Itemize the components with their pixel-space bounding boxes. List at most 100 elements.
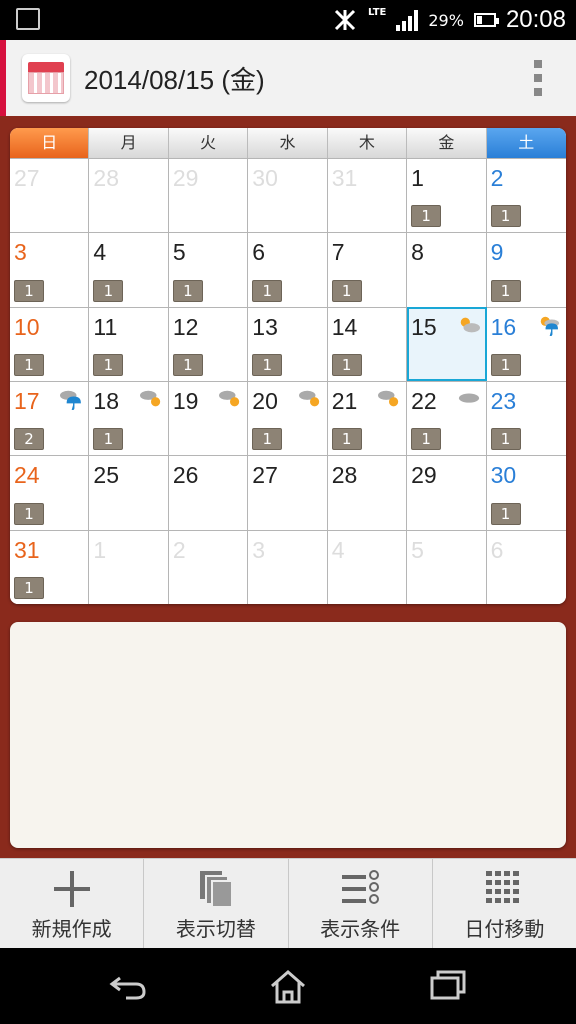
day-number: 11 xyxy=(93,313,118,340)
home-icon[interactable] xyxy=(264,966,312,1006)
event-count-badge: 1 xyxy=(252,353,283,376)
event-count-badge: 1 xyxy=(252,279,283,302)
day-cell[interactable]: 41 xyxy=(89,232,169,307)
schedule-panel[interactable] xyxy=(10,622,566,848)
day-number: 27 xyxy=(252,462,278,489)
day-cell[interactable]: 30 1 xyxy=(486,455,566,530)
status-indicators: LTE 29% 20:08 xyxy=(332,0,566,40)
day-cell[interactable]: 29 xyxy=(168,158,249,233)
day-cell[interactable]: 13 1 xyxy=(248,306,328,381)
day-number: 1 xyxy=(411,165,424,191)
day-number: 7 xyxy=(331,239,345,266)
day-cell[interactable]: 5 xyxy=(407,529,487,604)
day-cell[interactable]: 31 xyxy=(327,158,408,233)
weather-sun-rain-icon xyxy=(540,316,560,336)
day-cell[interactable]: 2 xyxy=(168,529,249,604)
day-number: 3 xyxy=(14,239,27,266)
day-cell[interactable]: 71 xyxy=(327,232,408,307)
main-area: 日 月 火 水 木 金 土 27 28 29 30 31 1 1 2 1 3 1 4 1 5 1 6 1 7 1 8 9… xyxy=(0,116,576,858)
weekday-wednesday: 水 xyxy=(248,128,328,158)
calendar-app-icon[interactable] xyxy=(22,54,70,102)
weekday-thursday: 木 xyxy=(327,128,408,158)
event-count-badge: 1 xyxy=(411,428,442,451)
event-count-badge: 1 xyxy=(331,353,362,376)
day-number: 31 xyxy=(331,165,358,191)
gallery-notification-icon xyxy=(16,8,40,30)
event-count-badge: 1 xyxy=(331,279,362,302)
overflow-menu-icon[interactable] xyxy=(534,60,542,96)
day-cell[interactable]: 28 xyxy=(327,455,408,530)
day-cell[interactable]: 10 1 xyxy=(10,306,90,381)
day-cell[interactable]: 29 xyxy=(407,455,487,530)
day-cell[interactable]: 24 1 xyxy=(10,455,90,530)
recent-apps-icon[interactable] xyxy=(424,966,472,1006)
event-count-badge: 2 xyxy=(14,428,44,451)
go-to-date-button[interactable]: 日付移動 xyxy=(433,859,576,948)
day-number: 17 xyxy=(14,387,40,414)
day-cell[interactable]: 31 1 xyxy=(10,529,90,604)
event-count-badge: 1 xyxy=(14,576,44,599)
back-icon[interactable] xyxy=(104,966,152,1006)
day-cell[interactable]: 51 xyxy=(168,232,249,307)
day-number: 21 xyxy=(331,387,358,414)
day-cell[interactable]: 19 xyxy=(168,380,249,456)
switch-view-label: 表示切替 xyxy=(175,917,256,941)
day-cell[interactable]: 30 xyxy=(248,158,328,233)
day-cell-selected[interactable]: 15 xyxy=(407,306,487,381)
day-cell[interactable]: 17 2 xyxy=(10,380,90,456)
day-number: 27 xyxy=(14,165,40,191)
day-number: 26 xyxy=(172,462,199,489)
day-number: 29 xyxy=(411,462,437,489)
weather-cloud-rain-icon xyxy=(60,390,82,410)
day-cell[interactable]: 31 xyxy=(10,232,90,307)
day-cell[interactable]: 22 1 xyxy=(407,380,487,456)
switch-view-button[interactable]: 表示切替 xyxy=(144,859,289,948)
day-cell[interactable]: 21 1 xyxy=(327,380,408,456)
system-nav-bar xyxy=(0,948,576,1024)
day-cell[interactable]: 91 xyxy=(486,232,566,307)
list-settings-icon xyxy=(342,870,380,904)
day-cell[interactable]: 6 xyxy=(486,529,566,604)
day-cell[interactable]: 14 1 xyxy=(327,306,408,381)
event-count-badge: 1 xyxy=(14,502,44,525)
day-cell[interactable]: 11 1 xyxy=(89,306,169,381)
day-number: 20 xyxy=(252,387,278,414)
day-cell[interactable]: 18 1 xyxy=(89,380,169,456)
day-number: 12 xyxy=(172,313,199,340)
weekday-sunday: 日 xyxy=(10,128,90,158)
battery-icon xyxy=(473,13,499,27)
day-number: 14 xyxy=(331,313,358,340)
day-cell[interactable]: 16 1 xyxy=(486,306,566,381)
weekday-tuesday: 火 xyxy=(168,128,249,158)
signal-icon xyxy=(396,9,419,31)
day-number: 31 xyxy=(14,536,40,563)
day-number: 2 xyxy=(490,165,504,191)
day-cell[interactable]: 4 xyxy=(327,529,408,604)
day-number: 4 xyxy=(331,536,345,563)
day-cell[interactable]: 25 xyxy=(89,455,169,530)
new-event-button[interactable]: 新規作成 xyxy=(0,859,145,948)
day-cell[interactable]: 1 xyxy=(89,529,169,604)
event-count-badge: 1 xyxy=(490,279,521,302)
day-cell[interactable]: 26 xyxy=(168,455,249,530)
weather-cloud-sun-icon xyxy=(298,390,319,407)
day-cell[interactable]: 28 xyxy=(89,158,169,233)
day-cell[interactable]: 11 xyxy=(407,158,487,233)
day-cell[interactable]: 23 1 xyxy=(486,380,566,456)
day-number: 6 xyxy=(490,536,504,563)
day-cell[interactable]: 21 xyxy=(486,158,566,233)
day-cell[interactable]: 8 xyxy=(407,232,487,307)
day-number: 2 xyxy=(172,536,186,563)
event-count-badge: 1 xyxy=(172,279,203,302)
day-cell[interactable]: 61 xyxy=(248,232,328,307)
day-cell[interactable]: 20 1 xyxy=(248,380,328,456)
day-cell[interactable]: 27 xyxy=(248,455,328,530)
event-count-badge: 1 xyxy=(93,279,124,302)
weather-cloud-icon xyxy=(458,393,479,403)
event-count-badge: 1 xyxy=(490,502,521,525)
day-cell[interactable]: 27 xyxy=(10,158,90,233)
day-number: 28 xyxy=(93,165,120,191)
day-cell[interactable]: 3 xyxy=(248,529,328,604)
display-filter-button[interactable]: 表示条件 xyxy=(289,859,433,948)
day-cell[interactable]: 12 1 xyxy=(168,306,249,381)
